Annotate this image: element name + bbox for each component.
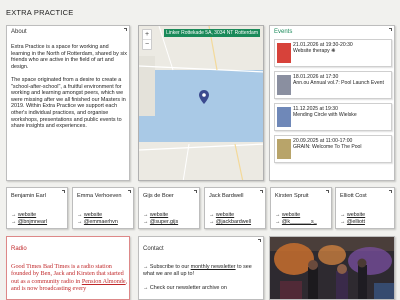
person-name: Benjamin Earl [11,193,46,199]
about-paragraph: The space originated from a desire to cr… [11,76,126,130]
zoom-out-button[interactable]: − [143,39,151,49]
event-title: Website therapy ❋ [293,48,336,54]
archive-line: → Check our newsletter archive on [143,285,227,291]
pension-almonde-link[interactable]: Pension Almonde [82,278,126,285]
expand-icon[interactable] [257,190,263,196]
link-text[interactable]: website [18,212,36,218]
events-title: Events [274,29,293,35]
expand-icon[interactable] [386,190,392,196]
person-website-link[interactable]: → website [11,212,36,218]
site-title[interactable]: EXTRA PRACTICE [6,8,73,17]
link-text[interactable]: @k_______s_ [282,219,317,225]
person-social-link[interactable]: → @k_______s_ [275,219,317,225]
event-thumbnail [277,43,291,63]
event-title: Mending Circle with Wielske [293,112,357,118]
event-card[interactable]: 11.12.2025 at 19:30 Mending Circle with … [274,103,392,131]
event-photo [270,237,394,299]
person-card: Gijs de Boer → website → @super.gijs [138,187,200,229]
person-card: Jack Bardwell → website → @jackbardwell [204,187,266,229]
link-text[interactable]: @super.gijs [150,219,178,225]
map-zoom-control[interactable]: + − [142,29,152,50]
person-social-link[interactable]: → @jackbardwell [209,219,251,225]
expand-icon[interactable] [323,190,329,196]
map-panel[interactable]: + − Linker Rottekade 5A, 3034 NT Rotterd… [138,25,264,181]
zoom-in-button[interactable]: + [143,30,151,39]
link-text[interactable]: website [216,212,234,218]
person-name: Emma Verhoeven [77,193,122,199]
person-card: Emma Verhoeven → website → @emmaerhvn [72,187,134,229]
expand-icon[interactable] [386,28,392,34]
about-title: About [11,29,27,35]
event-thumbnail [277,139,291,159]
person-card: Benjamin Earl → website → @bnjmnearl [6,187,68,229]
link-text[interactable]: @jackbardwell [216,219,251,225]
person-name: Elliott Cost [340,193,367,199]
events-panel: Events 21.01.2026 at 19:30-20:30 Website… [269,25,395,181]
photo-panel [269,236,395,300]
link-text[interactable]: website [84,212,102,218]
person-website-link[interactable]: → website [340,212,365,218]
map-address-label: Linker Rottekade 5A, 3034 NT Rotterdam [164,29,260,37]
person-website-link[interactable]: → website [143,212,168,218]
contact-text: → Subscribe to our [143,264,191,270]
link-text[interactable]: @elliott [347,219,365,225]
person-card: Elliott Cost → website → @elliott [335,187,395,229]
radio-title: Radio [11,246,27,252]
person-social-link[interactable]: → @elliott [340,219,365,225]
event-card[interactable]: 20.09.2025 at 11:00-17:00 GRAIN: Welcome… [274,135,392,163]
about-panel: About Extra Practice is a space for work… [6,25,130,181]
link-text[interactable]: @emmaerhvn [84,219,118,225]
event-card[interactable]: 21.01.2026 at 19:30-20:30 Website therap… [274,39,392,67]
radio-text: Good Times Bad Times is a radio station … [11,263,129,293]
link-text[interactable]: website [150,212,168,218]
events-list: 21.01.2026 at 19:30-20:30 Website therap… [274,39,392,167]
contact-title: Contact [143,246,164,252]
expand-icon[interactable] [121,28,127,34]
event-title: Ann.ou Annual vol.7: Pool Launch Event [293,80,384,86]
event-thumbnail [277,75,291,95]
event-card[interactable]: 18.01.2026 at 17:30 Ann.ou Annual vol.7:… [274,71,392,99]
expand-icon[interactable] [125,190,131,196]
person-name: Jack Bardwell [209,193,244,199]
expand-icon[interactable] [191,190,197,196]
person-social-link[interactable]: → @bnjmnearl [11,219,47,225]
link-text[interactable]: website [347,212,365,218]
link-text[interactable]: website [282,212,300,218]
person-social-link[interactable]: → @super.gijs [143,219,178,225]
event-title: GRAIN: Welcome To The Pool [293,144,362,150]
contact-panel: Contact → Subscribe to our monthly newsl… [138,236,264,300]
link-text[interactable]: @bnjmnearl [18,219,47,225]
newsletter-line: → Subscribe to our monthly newsletter to… [143,264,261,277]
expand-icon[interactable] [59,190,65,196]
person-social-link[interactable]: → @emmaerhvn [77,219,118,225]
location-pin-icon[interactable] [199,90,209,104]
person-website-link[interactable]: → website [77,212,102,218]
person-card: Kirsten Spruit → website → @k_______s_ [270,187,332,229]
radio-panel: Radio Good Times Bad Times is a radio st… [6,236,130,300]
person-name: Gijs de Boer [143,193,174,199]
about-text: Extra Practice is a space for working an… [11,44,127,130]
person-website-link[interactable]: → website [275,212,300,218]
event-thumbnail [277,107,291,127]
person-website-link[interactable]: → website [209,212,234,218]
about-paragraph: Extra Practice is a space for working an… [11,44,127,70]
person-name: Kirsten Spruit [275,193,309,199]
newsletter-link[interactable]: monthly newsletter [191,264,236,270]
expand-icon[interactable] [255,239,261,245]
